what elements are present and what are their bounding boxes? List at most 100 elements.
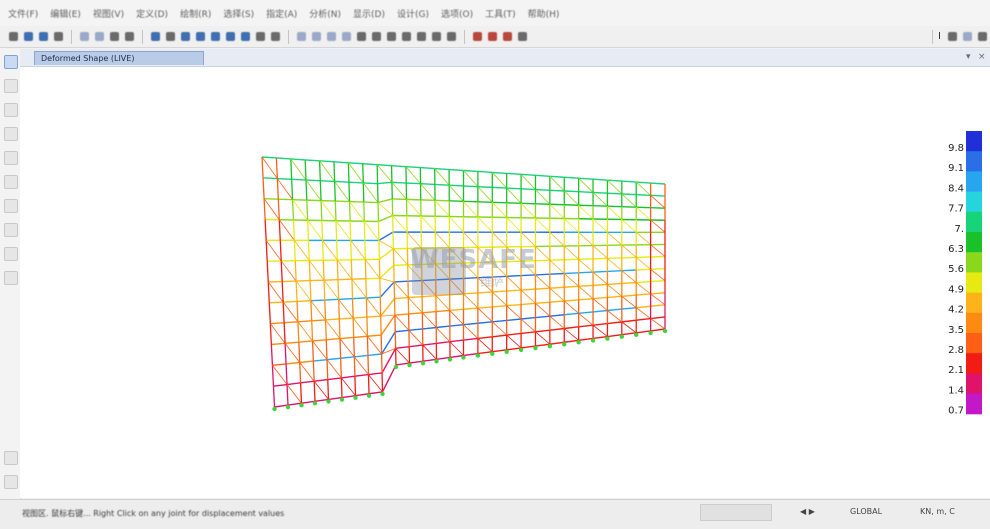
get-previous-selection-icon[interactable] xyxy=(4,475,18,489)
redo-icon[interactable] xyxy=(95,32,104,41)
run-analysis-icon[interactable] xyxy=(151,32,160,41)
select-all-icon[interactable] xyxy=(4,451,18,465)
tab-deformed-shape[interactable]: Deformed Shape (LIVE) xyxy=(34,51,204,65)
menu-item-8[interactable]: 显示(D) xyxy=(353,7,385,20)
frame-member xyxy=(348,163,362,164)
refresh-icon[interactable] xyxy=(110,32,119,41)
menu-item-10[interactable]: 选项(O) xyxy=(441,7,473,20)
frame-member xyxy=(564,313,578,314)
coordinate-system-label[interactable]: GLOBAL xyxy=(850,504,882,519)
show-deformed-icon[interactable] xyxy=(432,32,441,41)
menu-item-1[interactable]: 编辑(E) xyxy=(50,7,81,20)
frame-member xyxy=(300,363,301,383)
menu-item-11[interactable]: 工具(T) xyxy=(485,7,516,20)
more-tools-icon[interactable] xyxy=(518,32,527,41)
reshape-tool-icon[interactable] xyxy=(4,79,18,93)
undo-icon[interactable] xyxy=(80,32,89,41)
frame-member xyxy=(352,279,353,298)
chevron-down-icon[interactable] xyxy=(948,32,957,41)
frame-member xyxy=(622,308,636,309)
frame-member xyxy=(335,181,349,182)
menu-item-7[interactable]: 分析(N) xyxy=(309,7,341,20)
zoom-previous-icon[interactable] xyxy=(241,32,250,41)
view-nv-icon[interactable] xyxy=(342,32,351,41)
pan-icon[interactable] xyxy=(166,32,175,41)
move-down-icon[interactable] xyxy=(372,32,381,41)
frame-member xyxy=(335,201,336,221)
pin-icon[interactable]: ▾ xyxy=(966,52,971,62)
pointer-tool-icon[interactable] xyxy=(4,55,18,69)
menu-item-0[interactable]: 文件(F) xyxy=(8,7,38,20)
draw-frame-icon[interactable] xyxy=(4,127,18,141)
zoom-in-icon[interactable] xyxy=(196,32,205,41)
frame-member xyxy=(348,163,349,182)
lock-icon[interactable] xyxy=(125,32,134,41)
zoom-window-icon[interactable] xyxy=(181,32,190,41)
play-icon[interactable]: ◀ ▶ xyxy=(800,504,815,519)
open-file-icon[interactable] xyxy=(24,32,33,41)
frame-member xyxy=(380,282,394,297)
draw-section-cut-icon[interactable] xyxy=(4,271,18,285)
frame-member xyxy=(450,342,464,356)
frame-member xyxy=(349,182,363,183)
draw-brace-icon[interactable] xyxy=(4,175,18,189)
units-label[interactable]: KN, m, C xyxy=(920,504,955,519)
view-3d-icon[interactable] xyxy=(271,32,280,41)
shell-element-icon[interactable] xyxy=(488,32,497,41)
frame-member xyxy=(636,207,650,220)
frame-member xyxy=(622,181,636,182)
support-marker xyxy=(272,407,276,411)
frame-member xyxy=(363,183,378,203)
status-nav-buttons[interactable] xyxy=(700,504,772,521)
frame-member xyxy=(622,194,636,195)
zoom-out-icon[interactable] xyxy=(211,32,220,41)
menu-item-5[interactable]: 选择(S) xyxy=(223,7,254,20)
menu-item-12[interactable]: 帮助(H) xyxy=(528,7,560,20)
frame-member xyxy=(521,189,535,190)
draw-link-icon[interactable] xyxy=(4,247,18,261)
view-yz-icon[interactable] xyxy=(327,32,336,41)
draw-joint-icon[interactable] xyxy=(4,103,18,117)
draw-cable-icon[interactable] xyxy=(4,151,18,165)
menu-item-6[interactable]: 指定(A) xyxy=(266,7,297,20)
draw-solid-icon[interactable] xyxy=(4,223,18,237)
frame-member xyxy=(651,195,665,208)
support-marker xyxy=(476,353,480,357)
frame-member xyxy=(622,194,636,207)
frame-member xyxy=(364,221,365,240)
set-display-icon[interactable] xyxy=(387,32,396,41)
frame-member xyxy=(435,169,449,186)
frame-member xyxy=(607,180,621,181)
chevron-down-icon[interactable] xyxy=(978,32,987,41)
menu-item-4[interactable]: 绘制(R) xyxy=(180,7,211,20)
menu-item-2[interactable]: 视图(V) xyxy=(93,7,124,20)
menu-item-9[interactable]: 设计(G) xyxy=(397,7,429,20)
print-icon[interactable] xyxy=(54,32,63,41)
show-loads-icon[interactable] xyxy=(417,32,426,41)
draw-area-icon[interactable] xyxy=(4,199,18,213)
zoom-dropdown[interactable]: I xyxy=(938,31,941,42)
move-up-icon[interactable] xyxy=(357,32,366,41)
new-file-icon[interactable] xyxy=(9,32,18,41)
frame-element-icon[interactable] xyxy=(473,32,482,41)
zoom-restore-icon[interactable] xyxy=(226,32,235,41)
frame-member xyxy=(593,192,607,206)
menu-item-3[interactable]: 定义(D) xyxy=(136,7,168,20)
close-icon[interactable]: × xyxy=(978,52,986,62)
display-options-icon[interactable] xyxy=(963,32,972,41)
show-forces-icon[interactable] xyxy=(447,32,456,41)
model-view-canvas[interactable]: WESAFE 维萨 9.89.18.47.77.6.35.64.94.23.52… xyxy=(20,67,990,498)
save-icon[interactable] xyxy=(39,32,48,41)
solid-element-icon[interactable] xyxy=(503,32,512,41)
frame-member xyxy=(464,308,478,309)
frame-member xyxy=(579,325,593,327)
frame-member xyxy=(326,340,327,360)
legend-value-label: 7.7 xyxy=(948,204,964,215)
show-undeformed-icon[interactable] xyxy=(402,32,411,41)
frame-member xyxy=(286,364,287,385)
view-xz-icon[interactable] xyxy=(312,32,321,41)
view-xy-icon[interactable] xyxy=(297,32,306,41)
frame-member xyxy=(287,383,301,385)
frame-member xyxy=(291,159,305,160)
rotate-3d-icon[interactable] xyxy=(256,32,265,41)
